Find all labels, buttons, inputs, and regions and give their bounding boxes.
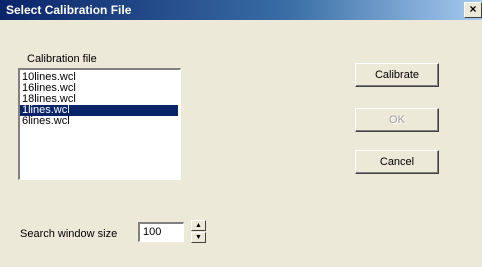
ok-button[interactable]: OK <box>355 108 439 132</box>
close-button[interactable]: × <box>464 2 482 18</box>
search-window-size-label: Search window size <box>20 228 118 240</box>
spin-down-button[interactable]: ▼ <box>191 232 206 243</box>
cancel-button[interactable]: Cancel <box>355 150 439 174</box>
close-icon: × <box>469 2 477 16</box>
title-bar[interactable]: Select Calibration File × <box>0 0 482 20</box>
spin-up-button[interactable]: ▲ <box>191 220 206 231</box>
chevron-up-icon: ▲ <box>195 222 202 229</box>
calibration-file-listbox[interactable]: 10lines.wcl 16lines.wcl 18lines.wcl 1lin… <box>18 68 181 180</box>
calibration-file-label: Calibration file <box>27 53 97 65</box>
chevron-down-icon: ▼ <box>195 234 202 241</box>
select-calibration-dialog: Select Calibration File × Calibration fi… <box>0 0 482 267</box>
calibrate-button[interactable]: Calibrate <box>355 63 439 87</box>
search-window-size-input[interactable]: 100 <box>138 222 184 242</box>
list-item[interactable]: 6lines.wcl <box>20 116 178 127</box>
window-title: Select Calibration File <box>6 3 132 17</box>
